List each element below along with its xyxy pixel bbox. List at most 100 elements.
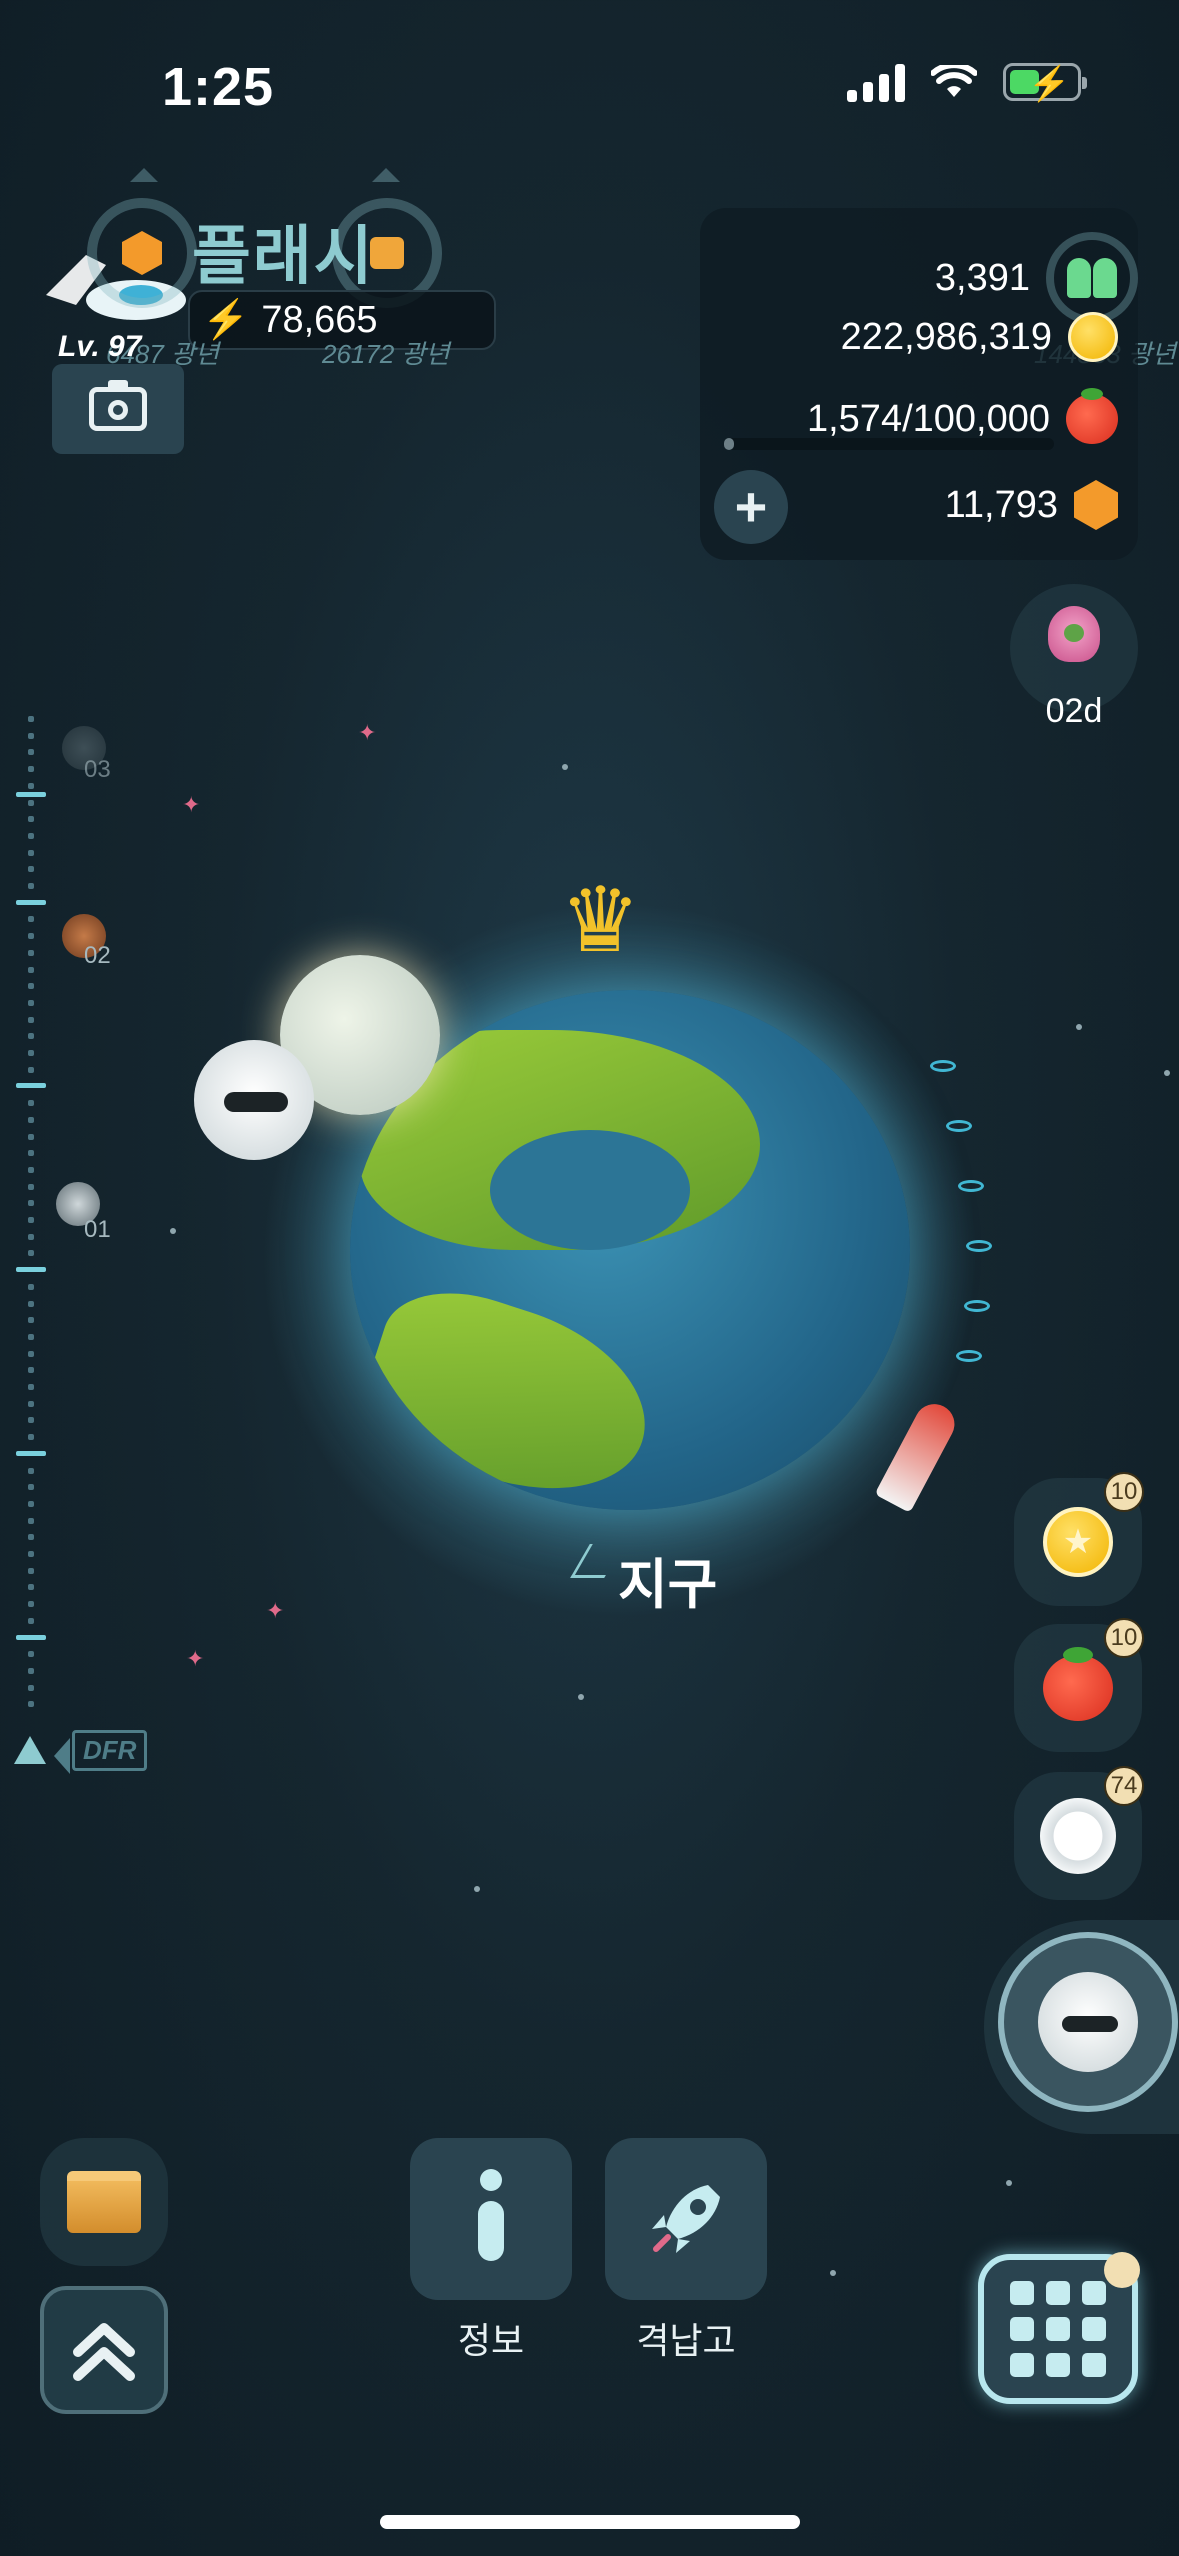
resource-coins[interactable]: 222,986,319 xyxy=(841,312,1118,362)
signal-icon xyxy=(847,62,905,102)
dfr-button[interactable]: DFR xyxy=(72,1730,148,1771)
tomato-progress-bar xyxy=(724,438,1054,450)
orbit-ring xyxy=(930,1060,956,1072)
planet-name: 지구 xyxy=(618,1555,718,1615)
scale-tick xyxy=(28,1701,34,1708)
orbit-ring xyxy=(956,1350,982,1362)
aliens-icon xyxy=(1046,232,1138,324)
sparkle-icon: ✦ xyxy=(266,1598,285,1623)
orbit-ring xyxy=(958,1180,984,1192)
scale-tick xyxy=(28,1467,34,1474)
scale-tick xyxy=(28,1684,34,1691)
resource-gems[interactable]: 11,793 xyxy=(945,480,1118,530)
star xyxy=(1164,1070,1170,1076)
coin-icon: ★ xyxy=(1043,1507,1113,1577)
scale-tick xyxy=(28,1016,34,1023)
tomatoes-value: 1,574/100,000 xyxy=(806,397,1050,440)
scale-tick xyxy=(28,849,34,856)
home-indicator[interactable] xyxy=(380,2515,800,2529)
rocket-icon xyxy=(652,2185,720,2253)
distance-scale xyxy=(16,716,46,1716)
quick-item-tomato[interactable]: 10 xyxy=(1014,1618,1144,1752)
scale-major-tick xyxy=(16,1634,46,1640)
scale-major-tick xyxy=(16,1450,46,1456)
scale-tick xyxy=(28,1116,34,1123)
scale-tick xyxy=(28,1233,34,1240)
ghosts-value: 3,391 xyxy=(934,256,1030,299)
orbit-ring xyxy=(964,1300,990,1312)
upgrade-button[interactable] xyxy=(40,2286,168,2414)
scale-tick xyxy=(28,1150,34,1157)
scale-major-tick xyxy=(16,1083,46,1089)
orbit-ring xyxy=(946,1120,972,1132)
scale-tick xyxy=(28,1384,34,1390)
scale-tick xyxy=(28,782,34,789)
scale-tick xyxy=(28,1317,34,1324)
scale-tick xyxy=(28,1534,34,1541)
scale-tick xyxy=(28,1050,34,1056)
scale-tick xyxy=(28,949,34,956)
player-name: 플래시 xyxy=(192,220,375,292)
level-ring-left[interactable] xyxy=(87,198,197,308)
quick-item-coin[interactable]: ★ 10 xyxy=(1014,1472,1144,1606)
storage-box-button[interactable] xyxy=(40,2138,168,2266)
camera-button[interactable] xyxy=(52,364,184,454)
coins-value: 222,986,319 xyxy=(840,315,1052,358)
ring-left-arrow xyxy=(130,168,158,182)
scale-tick xyxy=(28,1283,34,1290)
toast-icon xyxy=(370,237,404,269)
planet-earth[interactable] xyxy=(350,990,910,1510)
rabbit-avatar-icon xyxy=(1038,1972,1138,2072)
tab-hangar[interactable] xyxy=(605,2138,767,2300)
player-level: Lv. 97 xyxy=(58,330,142,363)
marker-label-02: 02 xyxy=(84,942,111,969)
battery-icon: ⚡ xyxy=(1003,63,1087,103)
quick-item-plate[interactable]: 74 xyxy=(1014,1766,1144,1900)
quick-item-count: 10 xyxy=(1104,1472,1144,1512)
double-chevron-up-icon xyxy=(73,2323,135,2381)
scale-major-tick xyxy=(16,792,46,797)
sparkle-icon: ✦ xyxy=(186,1646,205,1671)
scale-tick xyxy=(28,732,34,739)
crown-icon: ♛ xyxy=(560,871,641,971)
quick-item-count: 10 xyxy=(1104,1618,1144,1658)
current-position-marker xyxy=(14,1736,46,1764)
star xyxy=(830,2270,836,2276)
event-timer: 02d xyxy=(1045,692,1103,730)
scale-tick xyxy=(28,883,34,889)
scale-tick xyxy=(28,749,34,756)
gems-value: 11,793 xyxy=(944,483,1058,526)
resource-panel: 3,391 222,986,319 1,574/100,000 + 11,793 xyxy=(700,208,1138,560)
sparkle-icon: ✦ xyxy=(358,720,377,745)
marker-label-01: 01 xyxy=(84,1216,111,1243)
scale-tick xyxy=(28,1484,34,1491)
scale-tick xyxy=(28,716,34,722)
scale-tick xyxy=(28,766,34,773)
light-years-mid: 26172 광년 xyxy=(322,339,450,369)
resource-tomatoes[interactable]: 1,574/100,000 xyxy=(806,388,1118,444)
scale-tick xyxy=(28,1350,34,1357)
resource-ghosts[interactable]: 3,391 xyxy=(934,232,1138,324)
scale-tick xyxy=(28,1166,34,1173)
tab-info[interactable] xyxy=(410,2138,572,2300)
scale-tick xyxy=(28,983,34,990)
scale-tick xyxy=(28,866,34,873)
scale-tick xyxy=(28,1400,34,1407)
add-resource-button[interactable]: + xyxy=(714,470,788,544)
scale-tick xyxy=(28,1200,34,1207)
scale-tick xyxy=(28,1100,34,1107)
scale-tick xyxy=(28,1217,34,1223)
tomato-progress-fill xyxy=(724,438,734,450)
astronaut-rabbit[interactable] xyxy=(194,1040,314,1160)
sparkle-icon: ✦ xyxy=(182,792,201,817)
scale-tick xyxy=(28,1517,34,1524)
scale-tick xyxy=(28,1434,34,1441)
scale-tick xyxy=(28,1250,34,1257)
scale-tick xyxy=(28,1601,34,1608)
hex-gem-icon xyxy=(122,231,162,275)
scale-tick xyxy=(28,1183,34,1190)
character-avatar-button[interactable] xyxy=(998,1932,1178,2112)
scale-tick xyxy=(28,1617,34,1624)
fish-icon xyxy=(1048,606,1100,662)
box-icon xyxy=(67,2171,141,2233)
